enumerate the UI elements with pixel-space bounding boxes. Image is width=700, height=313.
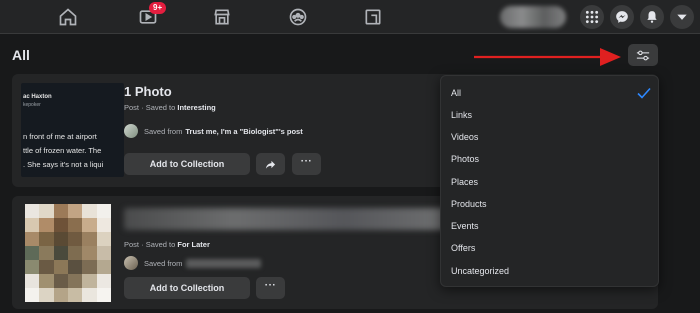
add-to-collection-button[interactable]: Add to Collection	[124, 153, 250, 175]
share-icon	[265, 160, 276, 169]
messenger-icon[interactable]	[610, 5, 634, 29]
groups-icon[interactable]	[287, 6, 309, 28]
filter-option-places[interactable]: Places	[451, 172, 651, 192]
more-icon: ···	[300, 156, 313, 167]
filter-option-offers[interactable]: Offers	[451, 238, 651, 258]
more-options-button[interactable]: ···	[256, 277, 285, 299]
add-to-collection-label: Add to Collection	[149, 159, 225, 169]
item-type: Post	[124, 103, 140, 112]
annotation-arrow	[474, 48, 621, 66]
more-icon: ···	[264, 280, 277, 291]
add-to-collection-button[interactable]: Add to Collection	[124, 277, 250, 299]
item-title-redacted[interactable]	[124, 208, 454, 230]
notification-badge: 9+	[149, 2, 167, 14]
filter-option-links[interactable]: Links	[451, 105, 651, 125]
account-dropdown-icon[interactable]	[670, 5, 694, 29]
item-thumbnail[interactable]: ac Haxton kepoker n front of me at airpo…	[21, 83, 124, 177]
item-thumbnail[interactable]	[25, 204, 111, 302]
menu-icon[interactable]	[580, 5, 604, 29]
source-prefix: Saved from	[144, 258, 183, 268]
sliders-icon	[636, 50, 650, 60]
filter-option-label: Links	[451, 110, 473, 120]
filter-option-label: Offers	[451, 243, 476, 253]
filter-option-label: Places	[451, 177, 479, 187]
source-prefix: Saved from	[144, 126, 183, 136]
add-to-collection-label: Add to Collection	[149, 283, 225, 293]
home-icon[interactable]	[57, 6, 79, 28]
share-button[interactable]	[256, 153, 285, 175]
checkmark-icon	[637, 87, 651, 99]
marketplace-icon[interactable]	[211, 6, 233, 28]
filter-option-label: Products	[451, 199, 487, 209]
avatar	[124, 124, 138, 138]
profile-button[interactable]	[500, 6, 566, 28]
page-title: All	[12, 47, 30, 63]
watch-icon[interactable]: 9+	[137, 2, 167, 28]
gaming-icon[interactable]	[362, 6, 384, 28]
source-link[interactable]: Trust me, I'm a "Biologist"'s post	[185, 127, 302, 136]
avatar	[124, 256, 138, 270]
item-source: Saved from Trust me, I'm a "Biologist"'s…	[124, 124, 303, 138]
filter-dropdown-menu: All Links Videos Photos Places Products …	[440, 75, 659, 287]
thumbnail-text-line: ttle of frozen water. The	[23, 146, 102, 155]
filter-option-label: Photos	[451, 154, 480, 164]
filter-option-label: Events	[451, 221, 479, 231]
filter-option-label: Videos	[451, 132, 479, 142]
source-link-redacted[interactable]	[186, 258, 262, 268]
filter-option-videos[interactable]: Videos	[451, 127, 651, 147]
collection-link[interactable]: Interesting	[177, 103, 215, 112]
more-options-button[interactable]: ···	[292, 153, 321, 175]
item-source: Saved from	[124, 256, 262, 270]
item-title[interactable]: 1 Photo	[124, 84, 172, 99]
item-meta: Post · Saved to For Later	[124, 240, 210, 249]
bell-icon[interactable]	[640, 5, 664, 29]
saved-to-prefix: Saved to	[145, 240, 176, 249]
filter-option-uncategorized[interactable]: Uncategorized	[451, 261, 651, 281]
item-type: Post	[124, 240, 140, 249]
filter-option-products[interactable]: Products	[451, 194, 651, 214]
filter-option-label: Uncategorized	[451, 266, 510, 276]
collection-link[interactable]: For Later	[177, 240, 210, 249]
filter-option-all[interactable]: All	[451, 83, 651, 103]
thumbnail-handle: kepoker	[23, 102, 41, 108]
filter-button[interactable]	[628, 44, 658, 66]
filter-option-photos[interactable]: Photos	[451, 149, 651, 169]
thumbnail-text-line: n front of me at airport	[23, 132, 97, 141]
thumbnail-author: ac Haxton	[23, 94, 52, 100]
top-navigation-bar: 9+	[0, 0, 700, 34]
filter-option-label: All	[451, 88, 462, 98]
saved-to-prefix: Saved to	[145, 103, 176, 112]
item-meta: Post · Saved to Interesting	[124, 103, 216, 112]
filter-option-events[interactable]: Events	[451, 216, 651, 236]
thumbnail-text-line: . She says it's not a liqui	[23, 160, 104, 169]
